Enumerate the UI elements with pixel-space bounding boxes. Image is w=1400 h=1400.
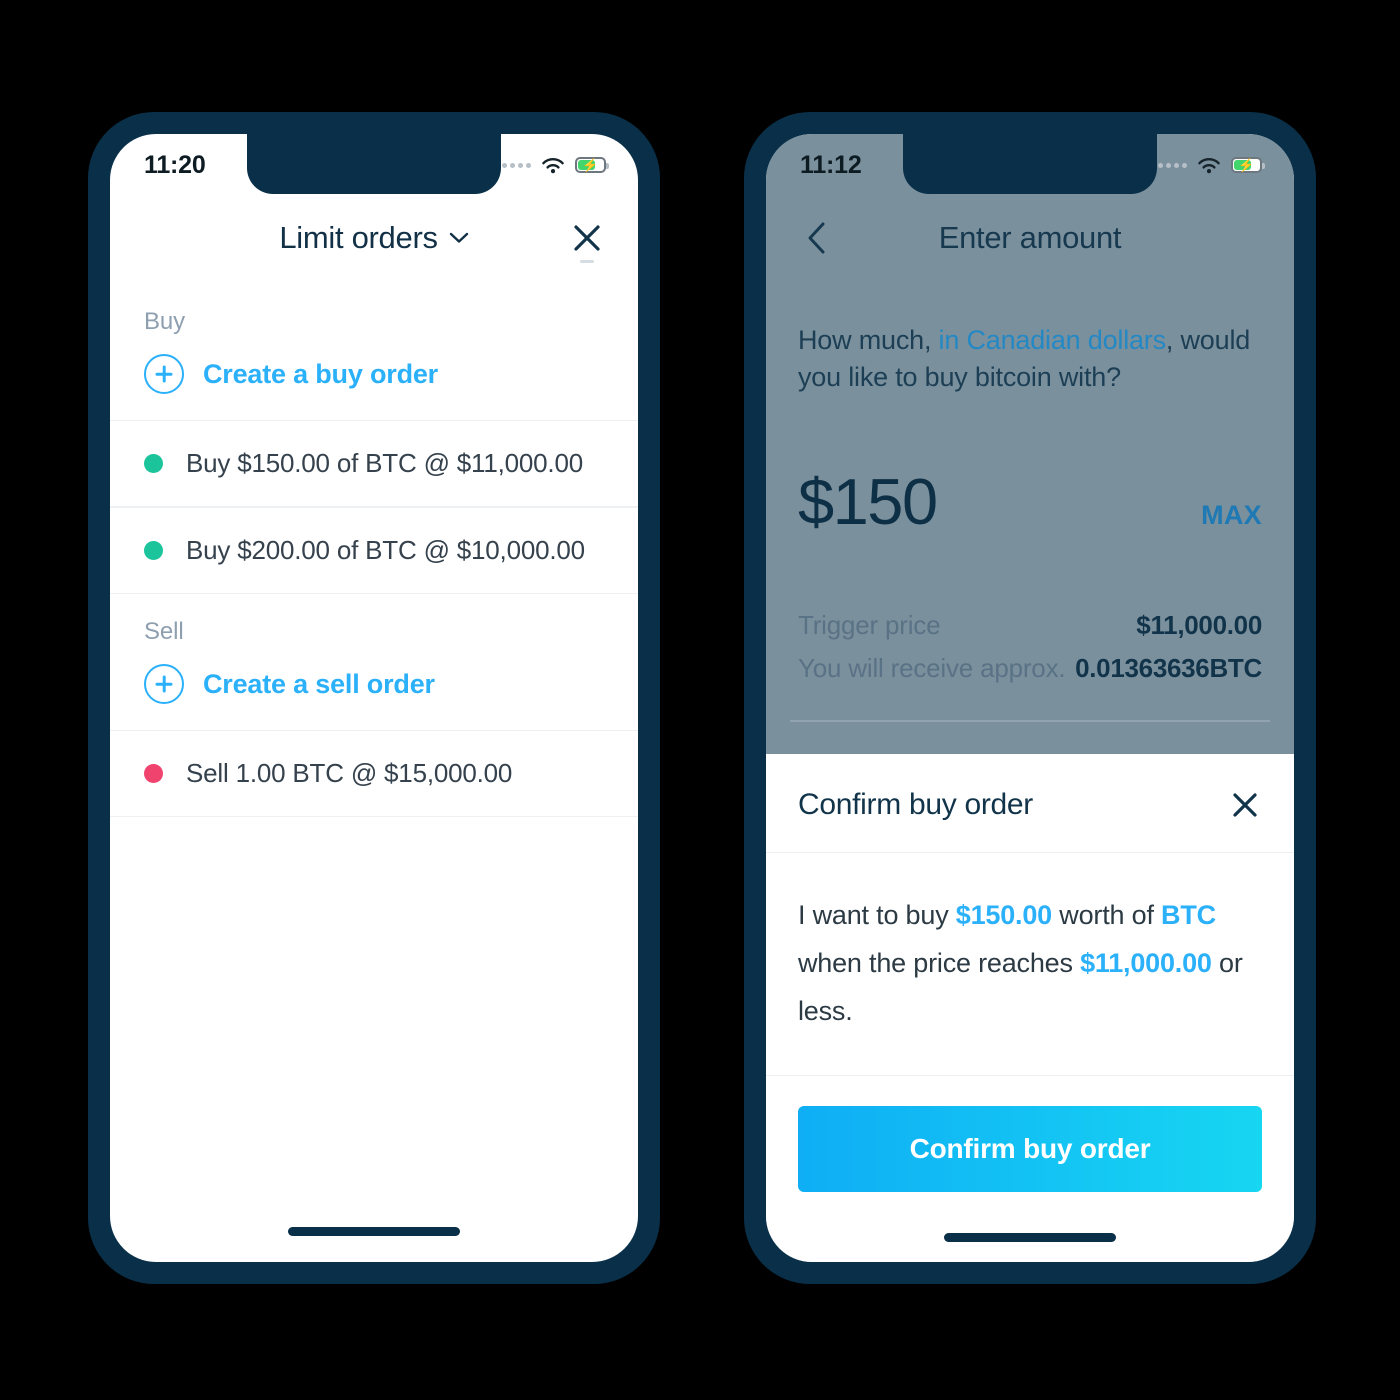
- sheet-cta-wrap: Confirm buy order: [766, 1076, 1294, 1214]
- section-label-buy: Buy: [144, 308, 186, 335]
- sheet-title: Confirm buy order: [798, 787, 1033, 821]
- wifi-icon: [542, 157, 564, 173]
- back-button[interactable]: [800, 221, 834, 255]
- sheet-text-p2: worth of: [1052, 899, 1162, 930]
- phone-right-screen: 11:12 ⚡ Enter amount How much, in Canadi…: [766, 134, 1294, 1262]
- sheet-close-button[interactable]: [1228, 788, 1262, 822]
- detail-key: Trigger price: [798, 610, 941, 640]
- signal-dots-icon: [1158, 162, 1187, 168]
- keypad-divider: [790, 720, 1270, 722]
- status-time: 11:20: [144, 150, 206, 179]
- page-title-text: Limit orders: [279, 220, 438, 255]
- confirm-buy-order-sheet: Confirm buy order I want to buy $150.00 …: [766, 753, 1294, 1262]
- create-buy-order-label: Create a buy order: [203, 358, 438, 389]
- notch: [247, 134, 501, 194]
- limit-orders-list: Buy Create a buy order Buy $150.00 of BT…: [110, 284, 638, 817]
- status-dot-sell: [144, 764, 163, 783]
- screenshot-stage: 11:20 ⚡ Limit orders Buy Create a buy or…: [0, 0, 1400, 1400]
- amount-question: How much, in Canadian dollars, would you…: [798, 322, 1266, 396]
- enter-amount-header: Enter amount: [766, 196, 1294, 280]
- status-indicators: ⚡: [1158, 156, 1265, 175]
- detail-key: You will receive approx.: [798, 653, 1066, 683]
- sheet-price: $11,000.00: [1080, 947, 1212, 978]
- phone-right: 11:12 ⚡ Enter amount How much, in Canadi…: [744, 112, 1316, 1284]
- section-label-sell: Sell: [144, 618, 184, 645]
- status-dot-buy: [144, 541, 163, 560]
- page-title: Enter amount: [938, 220, 1122, 255]
- notch: [903, 134, 1157, 194]
- plus-circle-icon: [144, 664, 184, 704]
- close-icon[interactable]: [572, 223, 602, 253]
- status-indicators: ⚡: [502, 156, 609, 175]
- status-dot-buy: [144, 454, 163, 473]
- close-button[interactable]: [570, 221, 604, 255]
- phone-left-screen: 11:20 ⚡ Limit orders Buy Create a buy or…: [110, 134, 638, 1262]
- detail-row-trigger-price: Trigger price $11,000.00: [798, 604, 1262, 647]
- sheet-text-p3: when the price reaches: [798, 947, 1081, 978]
- sheet-amount: $150.00: [955, 899, 1052, 930]
- close-icon[interactable]: [1231, 791, 1259, 819]
- create-sell-order-label: Create a sell order: [203, 668, 435, 699]
- chevron-left-icon[interactable]: [807, 222, 827, 254]
- amount-input-value[interactable]: $150: [798, 464, 938, 539]
- status-time: 11:12: [800, 150, 862, 179]
- confirm-buy-order-button[interactable]: Confirm buy order: [798, 1106, 1262, 1192]
- table-row[interactable]: Buy $150.00 of BTC @ $11,000.00: [110, 420, 638, 507]
- detail-value: $11,000.00: [1136, 610, 1262, 640]
- question-highlight[interactable]: in Canadian dollars: [939, 325, 1167, 355]
- table-row[interactable]: Sell 1.00 BTC @ $15,000.00: [110, 730, 638, 817]
- phone-left: 11:20 ⚡ Limit orders Buy Create a buy or…: [88, 112, 660, 1284]
- detail-row-receive-approx: You will receive approx. 0.01363636BTC: [798, 647, 1262, 690]
- order-details: Trigger price $11,000.00 You will receiv…: [798, 604, 1262, 690]
- create-sell-order-button[interactable]: Create a sell order: [110, 650, 638, 730]
- sheet-asset: BTC: [1161, 899, 1216, 930]
- sheet-body-text: I want to buy $150.00 worth of BTC when …: [766, 853, 1294, 1076]
- amount-row: $150 MAX: [798, 464, 1262, 539]
- order-text: Buy $150.00 of BTC @ $11,000.00: [186, 448, 583, 478]
- battery-charging-icon: ⚡: [575, 157, 609, 173]
- page-title[interactable]: Limit orders: [279, 220, 468, 256]
- max-button[interactable]: MAX: [1201, 500, 1262, 531]
- chevron-down-icon[interactable]: [449, 232, 469, 244]
- home-indicator: [288, 1227, 460, 1236]
- detail-value: 0.01363636BTC: [1075, 653, 1262, 683]
- home-indicator: [944, 1233, 1116, 1242]
- battery-charging-icon: ⚡: [1231, 157, 1265, 173]
- signal-dots-icon: [502, 162, 531, 168]
- sheet-header: Confirm buy order: [766, 754, 1294, 853]
- question-prefix: How much,: [798, 325, 939, 355]
- sheet-bottom-space: [766, 1214, 1294, 1262]
- plus-circle-icon: [144, 354, 184, 394]
- wifi-icon: [1198, 157, 1220, 173]
- sheet-text-p1: I want to buy: [798, 899, 956, 930]
- order-text: Buy $200.00 of BTC @ $10,000.00: [186, 535, 585, 565]
- table-row[interactable]: Buy $200.00 of BTC @ $10,000.00: [110, 507, 638, 594]
- order-text: Sell 1.00 BTC @ $15,000.00: [186, 758, 513, 788]
- create-buy-order-button[interactable]: Create a buy order: [110, 340, 638, 420]
- limit-orders-header: Limit orders: [110, 196, 638, 280]
